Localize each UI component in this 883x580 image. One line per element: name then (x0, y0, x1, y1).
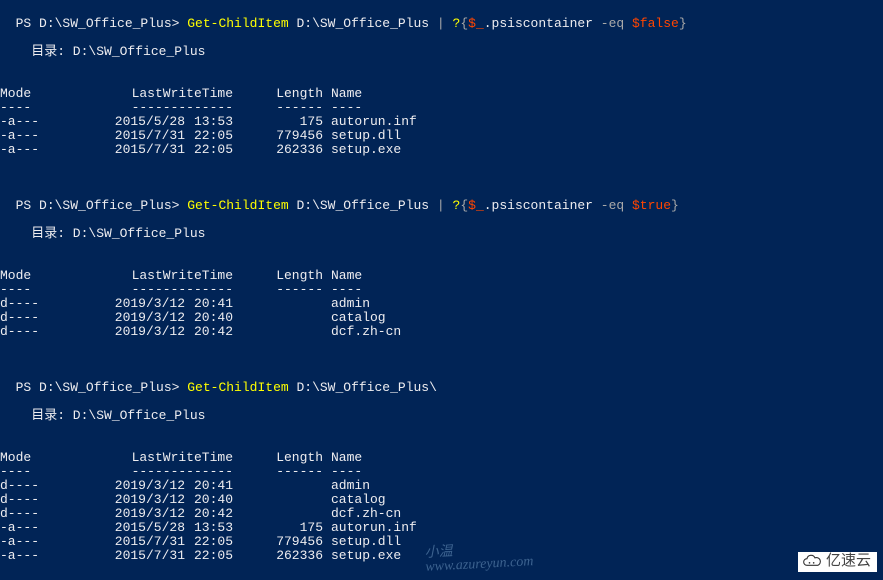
mode-cell: d---- (0, 311, 105, 325)
mode-cell: -a--- (0, 143, 105, 157)
length-cell: 175 (233, 115, 323, 129)
time-cell: 20:41 (185, 479, 233, 493)
time-cell: 20:40 (185, 493, 233, 507)
mode-cell: d---- (0, 479, 105, 493)
cloud-icon (802, 554, 822, 570)
length-cell (233, 325, 323, 339)
prompt: PS D:\SW_Office_Plus> (16, 16, 188, 31)
command-line-2[interactable]: PS D:\SW_Office_Plus> Get-ChildItem D:\S… (0, 185, 883, 199)
directory-label: 目录: D:\SW_Office_Plus (0, 227, 883, 241)
table-row: d----2019/3/1220:42 dcf.zh-cn (0, 507, 883, 521)
table-row: -a---2015/7/3122:05779456setup.dll (0, 535, 883, 549)
time-cell: 22:05 (185, 549, 233, 563)
mode-cell: -a--- (0, 115, 105, 129)
mode-cell: d---- (0, 493, 105, 507)
header-length: Length (233, 87, 323, 101)
date-cell: 2015/7/31 (105, 129, 185, 143)
table-row: -a---2015/5/2813:53175autorun.inf (0, 521, 883, 535)
name-cell: autorun.inf (323, 521, 417, 535)
time-cell: 22:05 (185, 129, 233, 143)
date-cell: 2019/3/12 (105, 325, 185, 339)
date-cell: 2015/7/31 (105, 143, 185, 157)
date-cell: 2019/3/12 (105, 493, 185, 507)
name-cell: catalog (323, 311, 386, 325)
name-cell: setup.dll (323, 129, 401, 143)
length-cell: 175 (233, 521, 323, 535)
mode-cell: d---- (0, 325, 105, 339)
name-cell: dcf.zh-cn (323, 325, 401, 339)
header-name: Name (323, 87, 362, 101)
table-header-underline: ---- ------------- ------ ---- (0, 101, 883, 115)
length-cell (233, 507, 323, 521)
name-cell: setup.exe (323, 549, 401, 563)
table-row: -a---2015/7/3122:05262336setup.exe (0, 549, 883, 563)
length-cell (233, 479, 323, 493)
command-line-1[interactable]: PS D:\SW_Office_Plus> Get-ChildItem D:\S… (0, 3, 883, 17)
date-cell: 2015/5/28 (105, 521, 185, 535)
header-lastwrite: LastWriteTime (105, 87, 233, 101)
table-row: d----2019/3/1220:40 catalog (0, 493, 883, 507)
time-cell: 20:41 (185, 297, 233, 311)
command-line-3[interactable]: PS D:\SW_Office_Plus> Get-ChildItem D:\S… (0, 367, 883, 381)
table-row: d----2019/3/1220:41 admin (0, 297, 883, 311)
name-cell: setup.exe (323, 143, 401, 157)
time-cell: 22:05 (185, 143, 233, 157)
date-cell: 2019/3/12 (105, 507, 185, 521)
directory-label: 目录: D:\SW_Office_Plus (0, 409, 883, 423)
table-header-underline: ---- ------------- ------ ---- (0, 465, 883, 479)
directory-label: 目录: D:\SW_Office_Plus (0, 45, 883, 59)
table-row: -a---2015/5/2813:53175autorun.inf (0, 115, 883, 129)
table-row: -a---2015/7/3122:05779456setup.dll (0, 129, 883, 143)
table-row: -a---2015/7/3122:05262336setup.exe (0, 143, 883, 157)
time-cell: 20:42 (185, 507, 233, 521)
length-cell: 779456 (233, 535, 323, 549)
time-cell: 20:40 (185, 311, 233, 325)
cmdlet: Get-ChildItem (187, 16, 288, 31)
length-cell: 779456 (233, 129, 323, 143)
length-cell: 262336 (233, 549, 323, 563)
name-cell: dcf.zh-cn (323, 507, 401, 521)
length-cell (233, 297, 323, 311)
mode-cell: d---- (0, 507, 105, 521)
name-cell: admin (323, 479, 370, 493)
table-row: d----2019/3/1220:41 admin (0, 479, 883, 493)
name-cell: catalog (323, 493, 386, 507)
time-cell: 13:53 (185, 521, 233, 535)
length-cell (233, 493, 323, 507)
length-cell (233, 311, 323, 325)
mode-cell: -a--- (0, 129, 105, 143)
time-cell: 20:42 (185, 325, 233, 339)
mode-cell: -a--- (0, 549, 105, 563)
mode-cell: -a--- (0, 535, 105, 549)
name-cell: admin (323, 297, 370, 311)
header-mode: Mode (0, 87, 105, 101)
date-cell: 2015/7/31 (105, 535, 185, 549)
name-cell: autorun.inf (323, 115, 417, 129)
table-header: Mode LastWriteTime Length Name (0, 87, 883, 101)
mode-cell: -a--- (0, 521, 105, 535)
watermark-brand: 亿速云 (798, 552, 877, 572)
table-row: d----2019/3/1220:42 dcf.zh-cn (0, 325, 883, 339)
date-cell: 2015/7/31 (105, 549, 185, 563)
mode-cell: d---- (0, 297, 105, 311)
date-cell: 2019/3/12 (105, 479, 185, 493)
length-cell: 262336 (233, 143, 323, 157)
table-header-underline: ---- ------------- ------ ---- (0, 283, 883, 297)
name-cell: setup.dll (323, 535, 401, 549)
date-cell: 2019/3/12 (105, 297, 185, 311)
time-cell: 22:05 (185, 535, 233, 549)
table-row: d----2019/3/1220:40 catalog (0, 311, 883, 325)
date-cell: 2015/5/28 (105, 115, 185, 129)
date-cell: 2019/3/12 (105, 311, 185, 325)
time-cell: 13:53 (185, 115, 233, 129)
table-header: Mode LastWriteTime Length Name (0, 451, 883, 465)
table-header: Mode LastWriteTime Length Name (0, 269, 883, 283)
